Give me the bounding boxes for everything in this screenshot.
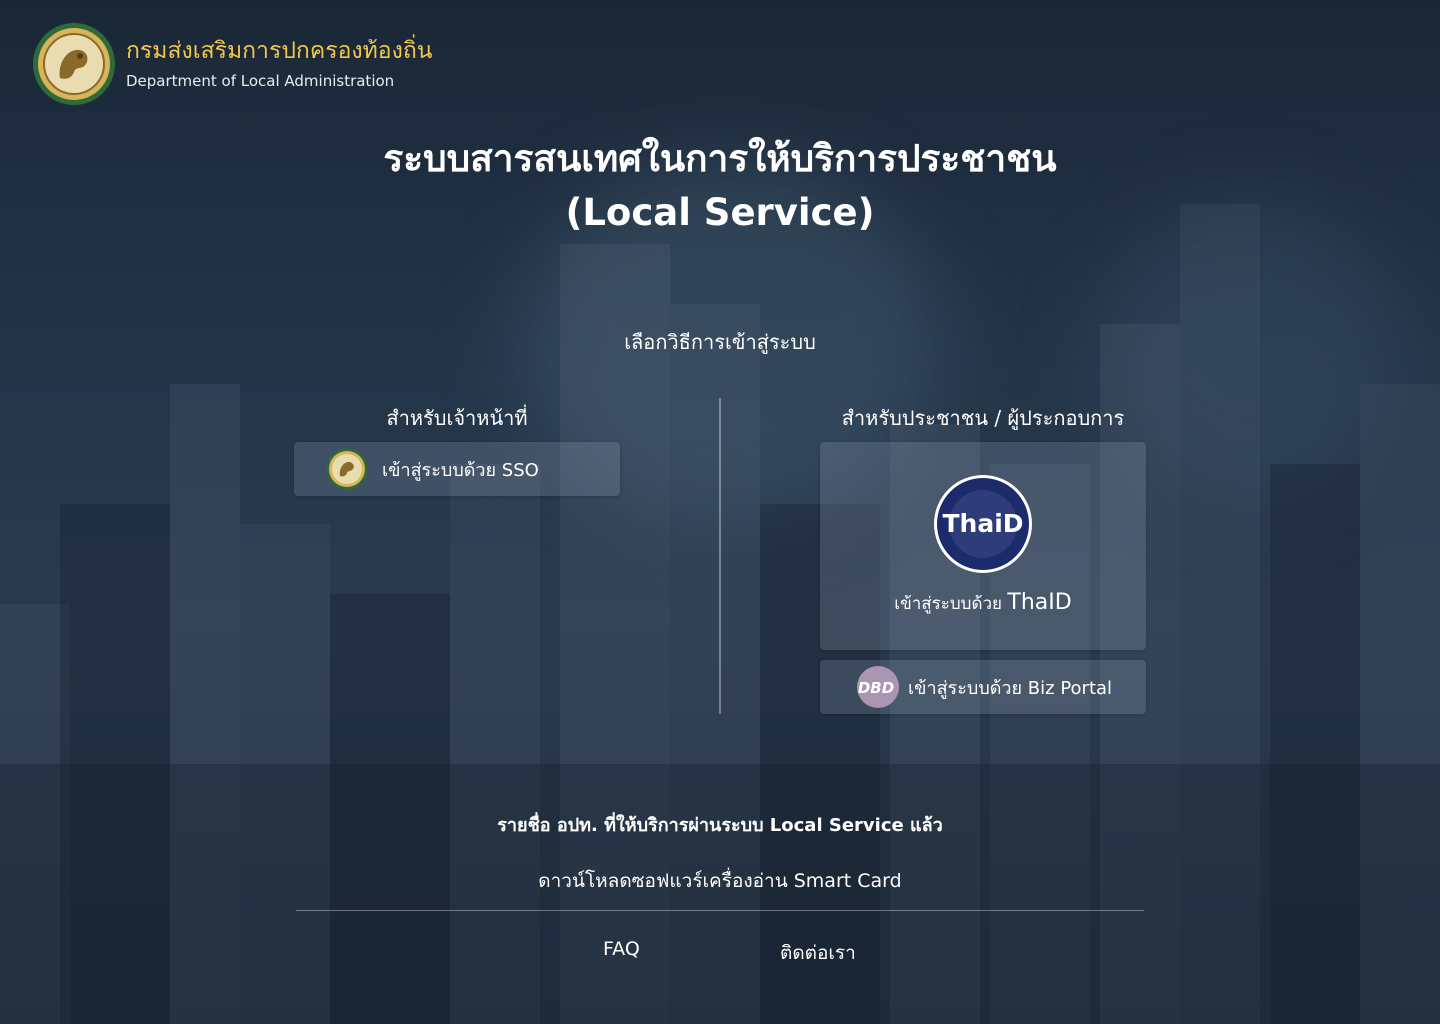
- dbd-logo-text: DBD: [858, 679, 894, 697]
- thaid-login-prefix: เข้าสู่ระบบด้วย: [894, 594, 1003, 614]
- biz-portal-login-button[interactable]: DBD เข้าสู่ระบบด้วย Biz Portal: [820, 660, 1146, 714]
- biz-portal-login-label: เข้าสู่ระบบด้วย Biz Portal: [908, 677, 1113, 699]
- officer-heading: สำหรับเจ้าหน้าที่: [386, 406, 528, 430]
- thaid-login-button[interactable]: ThaiD เข้าสู่ระบบด้วย ThaID: [820, 442, 1146, 650]
- faq-link[interactable]: FAQ: [603, 938, 640, 960]
- sso-login-label: เข้าสู่ระบบด้วย SSO: [382, 459, 539, 481]
- column-divider: [719, 398, 721, 714]
- contact-link[interactable]: ติดต่อเรา: [780, 938, 856, 968]
- brand-header: กรมส่งเสริมการปกครองท้องถิ่น Department …: [32, 22, 432, 106]
- thaid-login-label: เข้าสู่ระบบด้วย ThaID: [820, 590, 1146, 617]
- brand-name-th: กรมส่งเสริมการปกครองท้องถิ่น: [126, 38, 433, 65]
- thaid-login-name: ThaID: [1007, 590, 1072, 615]
- dla-seal-icon: [33, 23, 115, 105]
- sso-login-button[interactable]: เข้าสู่ระบบด้วย SSO: [294, 442, 620, 496]
- dla-seal-icon: [326, 448, 368, 490]
- thaid-logo-text: ThaiD: [942, 509, 1023, 538]
- login-heading: เลือกวิธีการเข้าสู่ระบบ: [624, 330, 816, 354]
- page-title: ระบบสารสนเทศในการให้บริการประชาชน (Local…: [0, 132, 1440, 240]
- page-title-line2: (Local Service): [565, 191, 875, 234]
- smartcard-download-link[interactable]: ดาวน์โหลดซอฟแวร์เครื่องอ่าน Smart Card: [0, 866, 1440, 896]
- page-title-line1: ระบบสารสนเทศในการให้บริการประชาชน: [383, 137, 1057, 180]
- citizen-heading: สำหรับประชาชน / ผู้ประกอบการ: [841, 406, 1125, 430]
- thaid-logo-icon: ThaiD: [934, 475, 1032, 573]
- service-list-link[interactable]: รายชื่อ อปท. ที่ให้บริการผ่านระบบ Local …: [0, 810, 1440, 839]
- dbd-logo-icon: DBD: [857, 666, 899, 708]
- brand-name-en: Department of Local Administration: [126, 71, 395, 90]
- footer-divider: [296, 910, 1144, 911]
